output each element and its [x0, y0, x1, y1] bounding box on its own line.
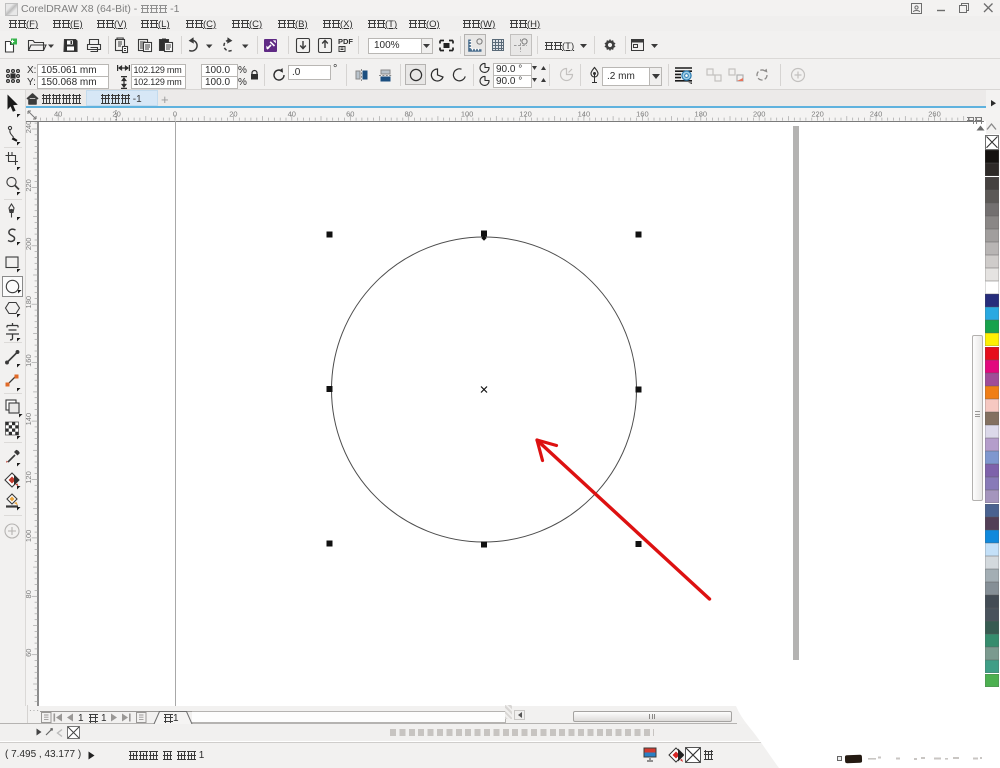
svg-text:240: 240 — [870, 110, 883, 119]
svg-text:0: 0 — [173, 110, 177, 119]
svg-text:140: 140 — [578, 110, 591, 119]
svg-text:20: 20 — [112, 110, 120, 119]
svg-text:160: 160 — [636, 110, 649, 119]
svg-text:80: 80 — [405, 110, 413, 119]
svg-text:1: 1 — [101, 713, 107, 724]
svg-text:20: 20 — [229, 110, 237, 119]
svg-text:180: 180 — [695, 110, 708, 119]
svg-text:60: 60 — [346, 110, 354, 119]
svg-text:PDF: PDF — [338, 37, 353, 46]
svg-text:40: 40 — [54, 110, 62, 119]
svg-text:200: 200 — [753, 110, 766, 119]
svg-text:100: 100 — [461, 110, 474, 119]
svg-text:40: 40 — [288, 110, 296, 119]
svg-text:220: 220 — [811, 110, 824, 119]
svg-text:260: 260 — [928, 110, 941, 119]
svg-text:1: 1 — [78, 713, 84, 724]
svg-text:120: 120 — [519, 110, 532, 119]
